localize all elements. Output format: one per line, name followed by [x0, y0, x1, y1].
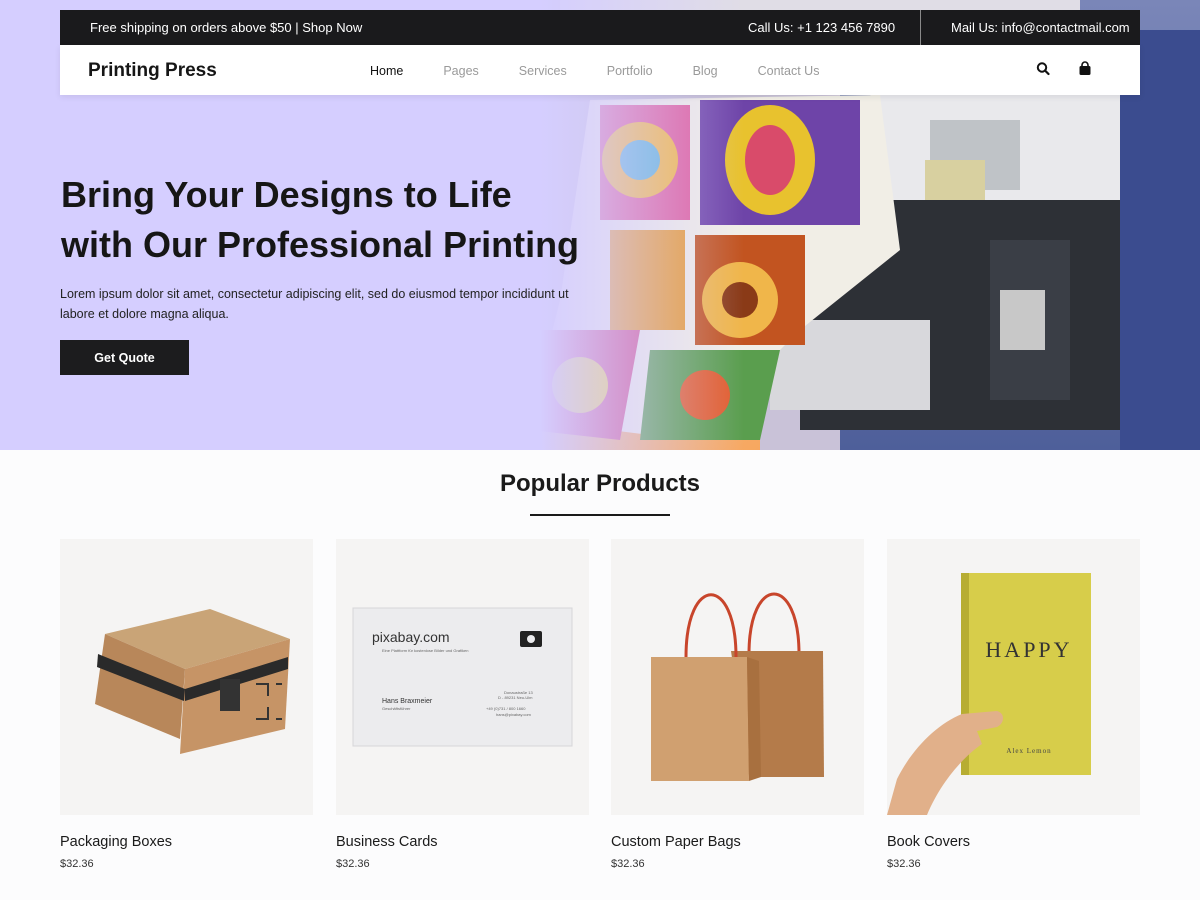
product-card[interactable]: pixabay.com Eine Plattform für kostenlos…: [336, 539, 589, 870]
product-card[interactable]: Packaging Boxes $32.36: [60, 539, 313, 870]
card-brand: pixabay.com: [372, 629, 450, 645]
product-price: $32.36: [60, 858, 94, 870]
product-name[interactable]: Custom Paper Bags: [611, 834, 864, 850]
nav-icons: [1036, 61, 1092, 77]
hero-title-line-2: with Our Professional Printing: [61, 224, 580, 265]
product-card[interactable]: HAPPY Alex Lemon Book Covers $32.36: [887, 539, 1140, 870]
top-bar: Free shipping on orders above $50 | Shop…: [60, 10, 1140, 45]
nav-item-blog[interactable]: Blog: [693, 64, 718, 78]
phone-contact[interactable]: Call Us: +1 123 456 7890: [748, 20, 895, 35]
product-name[interactable]: Book Covers: [887, 834, 1140, 850]
card-role: Geschäftsführer: [382, 706, 411, 711]
nav-item-pages[interactable]: Pages: [443, 64, 478, 78]
hero-title-line-1: Bring Your Designs to Life: [61, 174, 512, 215]
nav-item-contact[interactable]: Contact Us: [758, 64, 820, 78]
book-title: HAPPY: [985, 637, 1072, 662]
packaging-box-image: [95, 609, 290, 754]
brand-logo[interactable]: Printing Press: [88, 60, 217, 82]
shopping-bag-icon[interactable]: [1078, 61, 1092, 77]
hero-subtitle: Lorem ipsum dolor sit amet, consectetur …: [60, 287, 569, 321]
main-navbar: Printing Press Home Pages Services Portf…: [60, 45, 1140, 95]
book-cover-image: HAPPY Alex Lemon: [887, 573, 1091, 815]
card-person: Hans Braxmeier: [382, 698, 433, 705]
paper-bags-image: [651, 592, 824, 781]
get-quote-button[interactable]: Get Quote: [60, 340, 189, 375]
title-underline: [530, 514, 670, 516]
product-image[interactable]: [60, 539, 313, 815]
business-card-image: pixabay.com Eine Plattform für kostenlos…: [352, 607, 573, 747]
product-name[interactable]: Packaging Boxes: [60, 834, 313, 850]
product-price: $32.36: [887, 858, 921, 870]
card-address-2: D - 89231 Neu-Ulm: [498, 695, 533, 700]
top-bar-divider: [920, 10, 921, 45]
nav-item-portfolio[interactable]: Portfolio: [607, 64, 653, 78]
search-icon[interactable]: [1036, 61, 1050, 77]
product-price: $32.36: [611, 858, 645, 870]
product-image[interactable]: [611, 539, 864, 815]
nav-item-services[interactable]: Services: [519, 64, 567, 78]
product-image[interactable]: HAPPY Alex Lemon: [887, 539, 1140, 815]
hero-title: Bring Your Designs to Life with Our Prof…: [61, 170, 621, 270]
shipping-promo-link[interactable]: Free shipping on orders above $50 | Shop…: [90, 20, 362, 35]
section-title: Popular Products: [499, 470, 701, 497]
product-card[interactable]: Custom Paper Bags $32.36: [611, 539, 864, 870]
product-name[interactable]: Business Cards: [336, 834, 589, 850]
card-email: hans@pixabay.com: [496, 712, 532, 717]
nav-item-home[interactable]: Home: [370, 64, 403, 78]
card-tagline: Eine Plattform für kostenlose Bilder und…: [382, 648, 469, 653]
book-author: Alex Lemon: [1006, 747, 1051, 755]
email-contact[interactable]: Mail Us: info@contactmail.com: [951, 20, 1130, 35]
product-image[interactable]: pixabay.com Eine Plattform für kostenlos…: [336, 539, 589, 815]
product-price: $32.36: [336, 858, 370, 870]
card-phone: +49 (0)731 / 800 1660: [486, 706, 526, 711]
nav-menu: Home Pages Services Portfolio Blog Conta…: [370, 64, 859, 78]
